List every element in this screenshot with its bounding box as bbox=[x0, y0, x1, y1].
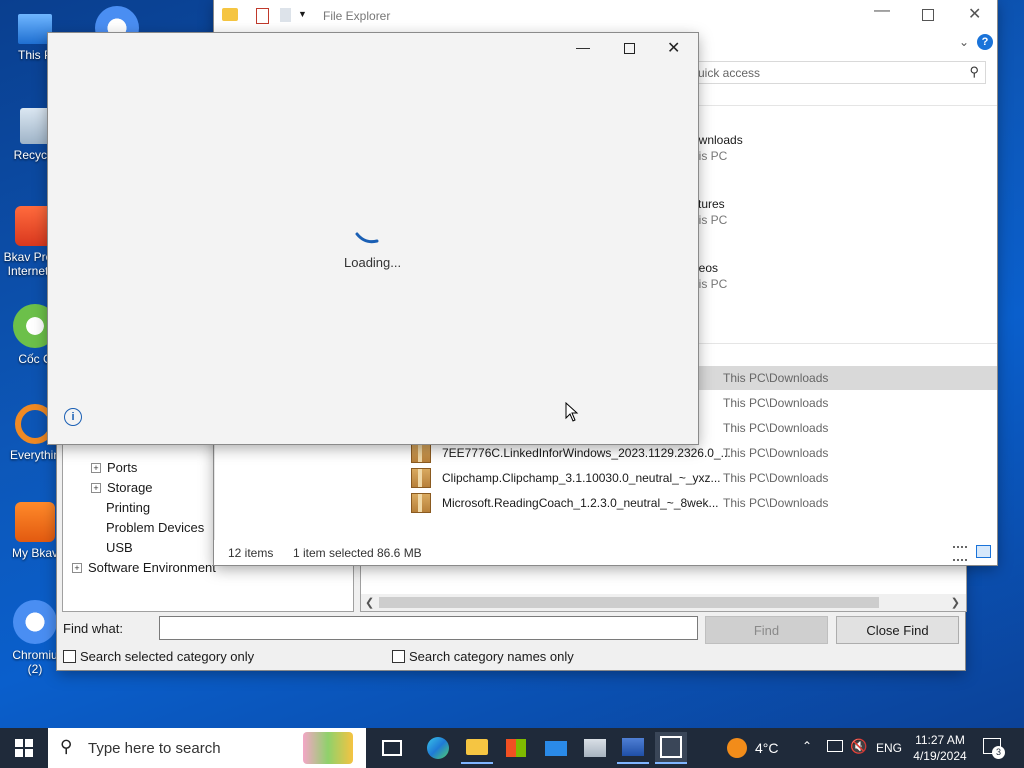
tree-item-storage[interactable]: + Storage bbox=[91, 480, 153, 495]
checkbox-icon[interactable] bbox=[392, 650, 405, 663]
mouse-cursor-icon bbox=[565, 402, 579, 422]
minimize-button[interactable]: — bbox=[867, 2, 897, 28]
weather-widget[interactable]: 4°C bbox=[727, 738, 779, 758]
close-find-button[interactable]: Close Find bbox=[836, 616, 959, 644]
selection-count: 1 item selected bbox=[293, 546, 374, 560]
sun-icon bbox=[727, 738, 747, 758]
language-indicator[interactable]: ENG bbox=[876, 741, 902, 755]
find-button[interactable]: Find bbox=[705, 616, 828, 644]
clock[interactable]: 11:27 AM 4/19/2024 bbox=[910, 732, 970, 764]
window-title: File Explorer bbox=[323, 9, 391, 23]
recycle-bin-icon bbox=[20, 108, 50, 144]
notification-badge: 3 bbox=[992, 746, 1005, 759]
date: 4/19/2024 bbox=[913, 749, 967, 763]
tree-item-software-environment[interactable]: + Software Environment bbox=[72, 560, 216, 575]
minimize-button[interactable]: — bbox=[570, 39, 596, 59]
file-explorer-icon[interactable] bbox=[461, 732, 493, 764]
package-icon bbox=[411, 493, 431, 513]
loading-dialog: — ✕ Loading... i bbox=[48, 33, 698, 444]
file-row[interactable]: Clipchamp.Clipchamp_3.1.10030.0_neutral_… bbox=[214, 466, 997, 490]
taskbar-search-box[interactable]: ⚲ Type here to search bbox=[48, 728, 366, 768]
new-folder-icon[interactable] bbox=[280, 8, 291, 22]
horizontal-scrollbar[interactable]: ❮ ❯ bbox=[361, 594, 966, 611]
tree-item-problem-devices[interactable]: Problem Devices bbox=[106, 520, 204, 535]
close-button[interactable]: ✕ bbox=[667, 38, 680, 58]
status-bar: 12 items 1 item selected 86.6 MB bbox=[214, 541, 997, 563]
system-information-icon[interactable] bbox=[617, 732, 649, 764]
time: 11:27 AM bbox=[915, 733, 965, 747]
desktop-icon-label: My Bkav bbox=[11, 546, 58, 560]
taskbar: ⚲ Type here to search 4°C ⌃ 🔇 ENG 11:27 … bbox=[0, 728, 1024, 768]
search-category-names-checkbox[interactable]: Search category names only bbox=[392, 649, 574, 664]
scroll-left-icon[interactable]: ❮ bbox=[365, 596, 374, 609]
find-what-label: Find what: bbox=[63, 621, 123, 636]
mail-icon[interactable] bbox=[540, 732, 572, 764]
chromium-icon bbox=[13, 600, 57, 644]
desktop-icon-label: Chromiu (2) bbox=[12, 648, 58, 676]
loading-text: Loading... bbox=[344, 255, 402, 270]
task-view-icon[interactable] bbox=[376, 732, 408, 764]
volume-muted-icon[interactable]: 🔇 bbox=[850, 738, 867, 755]
customize-dropdown-icon[interactable]: ▼ bbox=[298, 9, 307, 19]
temperature: 4°C bbox=[755, 740, 779, 756]
help-icon[interactable]: ? bbox=[977, 34, 993, 50]
details-view-icon[interactable] bbox=[953, 546, 967, 561]
expand-icon[interactable]: + bbox=[72, 563, 82, 573]
package-icon bbox=[411, 443, 431, 463]
package-icon bbox=[411, 468, 431, 488]
desktop-icon-label: Everythin bbox=[9, 448, 61, 462]
find-what-input[interactable] bbox=[159, 616, 698, 640]
maximize-button[interactable] bbox=[922, 9, 934, 21]
computer-icon bbox=[18, 14, 52, 44]
network-icon[interactable] bbox=[827, 740, 843, 752]
loading-spinner-icon bbox=[355, 232, 379, 244]
title-bar[interactable]: ▼ File Explorer — ✕ bbox=[214, 0, 997, 31]
close-button[interactable]: ✕ bbox=[968, 4, 981, 24]
tree-item-ports[interactable]: + Ports bbox=[91, 460, 137, 475]
properties-icon[interactable] bbox=[256, 8, 269, 24]
microsoft-store-icon[interactable] bbox=[500, 732, 532, 764]
selection-size: 86.6 MB bbox=[377, 546, 422, 560]
address-divider bbox=[697, 105, 997, 106]
scroll-right-icon[interactable]: ❯ bbox=[951, 596, 960, 609]
left-pane-edge bbox=[214, 440, 215, 540]
section-divider bbox=[697, 343, 997, 344]
scrollbar-thumb[interactable] bbox=[379, 597, 879, 608]
search-selected-category-checkbox[interactable]: Search selected category only bbox=[63, 649, 254, 664]
checkbox-icon[interactable] bbox=[63, 650, 76, 663]
expand-icon[interactable]: + bbox=[91, 463, 101, 473]
ribbon-expand-icon[interactable]: ⌄ bbox=[959, 35, 969, 49]
quick-access-item[interactable]: ownloads his PC bbox=[692, 133, 743, 163]
expand-icon[interactable]: + bbox=[91, 483, 101, 493]
taskbar-search-placeholder: Type here to search bbox=[88, 740, 221, 757]
large-icons-view-icon[interactable] bbox=[976, 545, 991, 558]
file-row[interactable]: 7EE7776C.LinkedInforWindows_2023.1129.23… bbox=[214, 441, 997, 465]
control-panel-icon[interactable] bbox=[579, 732, 611, 764]
maximize-button[interactable] bbox=[624, 43, 635, 54]
edge-icon[interactable] bbox=[422, 732, 454, 764]
search-placeholder: uick access bbox=[698, 66, 761, 80]
tree-item-printing[interactable]: Printing bbox=[106, 500, 150, 515]
show-hidden-icons-icon[interactable]: ⌃ bbox=[802, 739, 812, 753]
search-box[interactable]: uick access ⚲ bbox=[697, 61, 986, 84]
item-count: 12 items bbox=[228, 546, 274, 560]
folder-icon bbox=[222, 8, 238, 21]
info-icon[interactable]: i bbox=[64, 408, 82, 426]
search-icon: ⚲ bbox=[60, 737, 73, 756]
desktop-icon-label: Cốc C bbox=[18, 352, 52, 366]
my-bkav-icon bbox=[15, 502, 55, 542]
search-icon: ⚲ bbox=[969, 64, 979, 79]
search-highlight-icon bbox=[303, 732, 353, 764]
package-installer-icon[interactable] bbox=[655, 732, 687, 764]
tree-item-usb[interactable]: USB bbox=[106, 540, 133, 555]
windows-logo-icon bbox=[15, 739, 33, 757]
start-button[interactable] bbox=[8, 732, 40, 764]
desktop-icon-label: This P bbox=[17, 48, 52, 62]
file-row[interactable]: Microsoft.ReadingCoach_1.2.3.0_neutral_~… bbox=[214, 491, 997, 515]
